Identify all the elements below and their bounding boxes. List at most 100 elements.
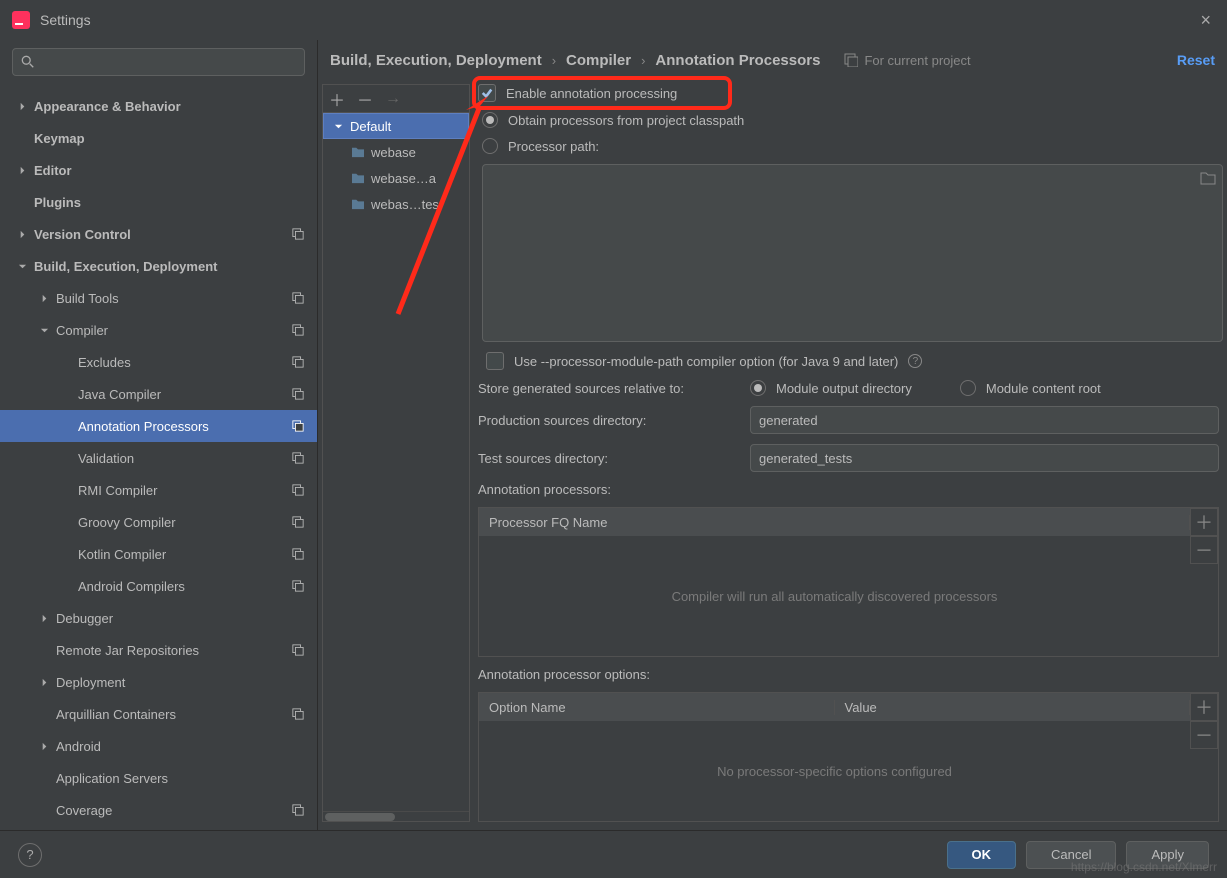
nav-plugins[interactable]: Plugins [0, 186, 317, 218]
enable-annotation-processing-row[interactable]: Enable annotation processing [478, 84, 1219, 102]
nav-label: Plugins [34, 195, 307, 210]
help-button[interactable]: ? [18, 843, 42, 867]
nav-label: Application Servers [56, 771, 307, 786]
project-scope-icon [289, 356, 307, 368]
nav-editor[interactable]: Editor [0, 154, 317, 186]
project-scope-icon [289, 548, 307, 560]
annotation-processor-options-label: Annotation processor options: [478, 667, 1219, 682]
processor-path-input[interactable] [482, 164, 1223, 342]
move-to-icon: → [385, 90, 401, 108]
obtain-radio[interactable] [482, 112, 498, 128]
nav-android-compilers[interactable]: Android Compilers [0, 570, 317, 602]
add-icon[interactable]: ＋ [329, 87, 345, 111]
nav-deployment[interactable]: Deployment [0, 666, 317, 698]
nav-coverage[interactable]: Coverage [0, 794, 317, 826]
nav-java-compiler[interactable]: Java Compiler [0, 378, 317, 410]
store-label: Store generated sources relative to: [478, 381, 738, 396]
processor-path-radio[interactable] [482, 138, 498, 154]
radio-module-output[interactable]: Module output directory [750, 380, 912, 396]
obtain-processors-row[interactable]: Obtain processors from project classpath [482, 112, 1219, 128]
project-scope-icon [289, 580, 307, 592]
prod-sources-input[interactable]: generated [750, 406, 1219, 434]
window-title: Settings [40, 12, 91, 28]
nav-label: Coverage [56, 803, 285, 818]
crumb-compiler[interactable]: Compiler [566, 52, 631, 69]
apo-empty-text: No processor-specific options configured [479, 721, 1190, 821]
titlebar: Settings × [0, 0, 1227, 40]
nav-label: Kotlin Compiler [78, 547, 285, 562]
nav-label: Android Compilers [78, 579, 285, 594]
annotation-processors-table: Processor FQ Name Compiler will run all … [478, 507, 1219, 657]
chevron-right-icon [16, 230, 28, 239]
browse-icon[interactable] [1200, 171, 1216, 188]
crumb-annotation-processors: Annotation Processors [655, 52, 820, 69]
processor-path-label: Processor path: [508, 139, 599, 154]
nav-label: Validation [78, 451, 285, 466]
help-icon[interactable]: ? [908, 354, 922, 368]
apo-add-button[interactable]: ＋ [1190, 693, 1218, 721]
nav-rmi-compiler[interactable]: RMI Compiler [0, 474, 317, 506]
profile-module-webase[interactable]: webase [323, 139, 469, 165]
chevron-right-icon [38, 294, 50, 303]
nav-label: Debugger [56, 611, 307, 626]
nav-android[interactable]: Android [0, 730, 317, 762]
nav-label: Compiler [56, 323, 285, 338]
module-path-label: Use --processor-module-path compiler opt… [514, 354, 898, 369]
obtain-label: Obtain processors from project classpath [508, 113, 744, 128]
ok-button[interactable]: OK [947, 841, 1017, 869]
crumb-build[interactable]: Build, Execution, Deployment [330, 52, 542, 69]
nav-annotation-processors[interactable]: Annotation Processors [0, 410, 317, 442]
nav-label: Arquillian Containers [56, 707, 285, 722]
project-scope-icon [289, 484, 307, 496]
nav-label: Excludes [78, 355, 285, 370]
remove-icon[interactable]: － [357, 87, 373, 111]
nav-appearance-behavior[interactable]: Appearance & Behavior [0, 90, 317, 122]
chevron-right-icon: › [641, 53, 645, 68]
nav-application-servers[interactable]: Application Servers [0, 762, 317, 794]
chevron-down-icon [38, 326, 50, 335]
project-scope-icon [289, 420, 307, 432]
profile-default[interactable]: Default [323, 113, 469, 139]
apo-remove-button[interactable]: － [1190, 721, 1218, 749]
settings-search-input[interactable] [12, 48, 305, 76]
nav-kotlin-compiler[interactable]: Kotlin Compiler [0, 538, 317, 570]
ap-add-button[interactable]: ＋ [1190, 508, 1218, 536]
nav-validation[interactable]: Validation [0, 442, 317, 474]
profiles-scrollbar[interactable] [323, 811, 469, 821]
scope-indicator: For current project [844, 53, 970, 68]
project-scope-icon [289, 388, 307, 400]
radio-content-root[interactable]: Module content root [960, 380, 1101, 396]
dialog-footer: ? OK Cancel Apply [0, 830, 1227, 878]
nav-compiler[interactable]: Compiler [0, 314, 317, 346]
module-path-option-row[interactable]: Use --processor-module-path compiler opt… [486, 352, 1219, 370]
profile-module-webasea[interactable]: webase…a [323, 165, 469, 191]
nav-label: RMI Compiler [78, 483, 285, 498]
nav-excludes[interactable]: Excludes [0, 346, 317, 378]
nav-version-control[interactable]: Version Control [0, 218, 317, 250]
project-scope-icon [289, 292, 307, 304]
nav-arquillian-containers[interactable]: Arquillian Containers [0, 698, 317, 730]
annotation-processors-label: Annotation processors: [478, 482, 1219, 497]
nav-debugger[interactable]: Debugger [0, 602, 317, 634]
nav-groovy-compiler[interactable]: Groovy Compiler [0, 506, 317, 538]
enable-checkbox[interactable] [478, 84, 496, 102]
store-sources-row: Store generated sources relative to: Mod… [478, 380, 1219, 396]
nav-build-execution-deployment[interactable]: Build, Execution, Deployment [0, 250, 317, 282]
reset-link[interactable]: Reset [1177, 52, 1215, 68]
enable-label: Enable annotation processing [506, 86, 677, 101]
project-scope-icon [289, 452, 307, 464]
nav-remote-jar-repositories[interactable]: Remote Jar Repositories [0, 634, 317, 666]
processor-path-row[interactable]: Processor path: [482, 138, 1219, 154]
nav-keymap[interactable]: Keymap [0, 122, 317, 154]
test-sources-input[interactable]: generated_tests [750, 444, 1219, 472]
ap-col-fqname: Processor FQ Name [479, 515, 1190, 530]
close-icon[interactable]: × [1196, 6, 1215, 35]
project-scope-icon [289, 644, 307, 656]
profile-module-webastes[interactable]: webas…tes [323, 191, 469, 217]
options-panel: Enable annotation processing Obtain proc… [478, 84, 1219, 822]
chevron-right-icon: › [552, 53, 556, 68]
ap-remove-button[interactable]: － [1190, 536, 1218, 564]
module-path-checkbox[interactable] [486, 352, 504, 370]
nav-build-tools[interactable]: Build Tools [0, 282, 317, 314]
nav-label: Keymap [34, 131, 307, 146]
